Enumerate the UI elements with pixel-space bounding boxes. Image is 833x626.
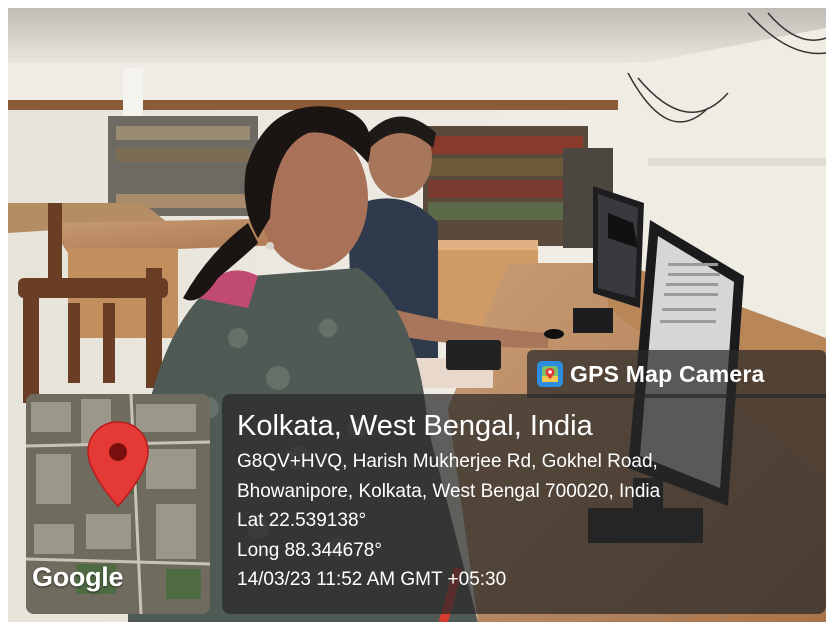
- longitude: Long 88.344678°: [237, 539, 382, 561]
- address-line-1: G8QV+HVQ, Harish Mukherjee Rd, Gokhel Ro…: [237, 451, 658, 472]
- location-city: Kolkata, West Bengal, India: [237, 410, 593, 442]
- photo-frame: GPS Map Camera Google Kolkata, West Beng…: [8, 8, 826, 622]
- location-info-panel: Kolkata, West Bengal, India G8QV+HVQ, Ha…: [222, 394, 826, 614]
- map-camera-icon: [537, 361, 563, 387]
- gps-camera-badge: GPS Map Camera: [527, 350, 826, 398]
- timestamp: 14/03/23 11:52 AM GMT +05:30: [237, 569, 507, 590]
- address-line-2: Bhowanipore, Kolkata, West Bengal 700020…: [237, 480, 661, 502]
- google-attribution: Google: [32, 562, 124, 592]
- latitude: Lat 22.539138°: [237, 510, 367, 531]
- badge-label: GPS Map Camera: [570, 360, 765, 387]
- map-thumbnail: Google: [26, 394, 210, 614]
